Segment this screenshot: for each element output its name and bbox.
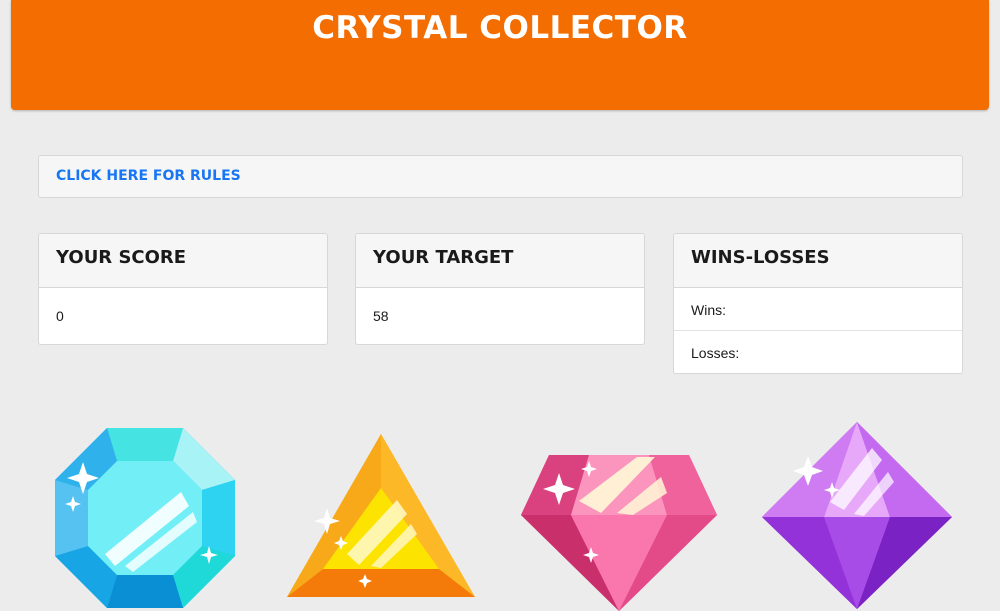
- target-panel-header: YOUR TARGET: [356, 234, 644, 288]
- score-panel-header: YOUR SCORE: [39, 234, 327, 288]
- pink-diamond-crystal[interactable]: [519, 453, 719, 611]
- score-value: 0: [56, 308, 64, 324]
- yellow-triangle-crystal[interactable]: [285, 432, 477, 602]
- losses-label: Losses:: [691, 345, 740, 361]
- rules-link[interactable]: CLICK HERE FOR RULES: [56, 168, 241, 184]
- blue-octagon-crystal[interactable]: [53, 426, 237, 610]
- losses-row: Losses:: [674, 331, 962, 373]
- wins-losses-header: WINS-LOSSES: [674, 234, 962, 288]
- score-panel: YOUR SCORE 0: [38, 233, 328, 345]
- game-header: CRYSTAL COLLECTOR: [11, 0, 989, 110]
- purple-octahedron-crystal[interactable]: [760, 420, 954, 611]
- score-title: YOUR SCORE: [56, 247, 187, 268]
- blue-crystal-icon: [55, 428, 235, 608]
- game-title: CRYSTAL COLLECTOR: [312, 10, 688, 46]
- score-panel-body: 0: [39, 288, 327, 344]
- wins-losses-panel: WINS-LOSSES Wins: Losses:: [673, 233, 963, 374]
- yellow-crystal-icon: [287, 434, 475, 597]
- target-title: YOUR TARGET: [373, 247, 514, 268]
- wins-label: Wins:: [691, 302, 726, 318]
- pink-crystal-icon: [521, 455, 717, 611]
- wins-row: Wins:: [674, 288, 962, 331]
- target-value: 58: [373, 308, 389, 324]
- wins-losses-title: WINS-LOSSES: [691, 247, 830, 268]
- rules-panel: CLICK HERE FOR RULES: [38, 155, 963, 198]
- target-panel-body: 58: [356, 288, 644, 344]
- purple-crystal-icon: [762, 422, 952, 609]
- target-panel: YOUR TARGET 58: [355, 233, 645, 345]
